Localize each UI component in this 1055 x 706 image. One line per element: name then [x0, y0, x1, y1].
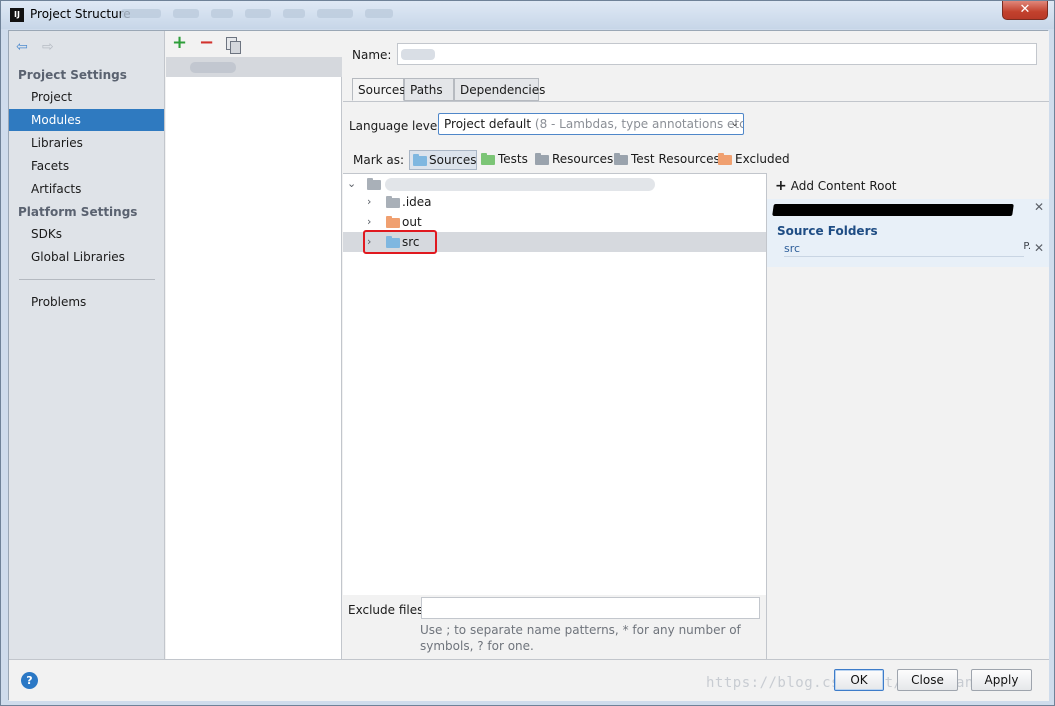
tree-row-out[interactable]: › out — [343, 212, 766, 232]
resources-folder-icon — [535, 153, 549, 165]
nav-item-libraries[interactable]: Libraries — [9, 132, 164, 154]
nav-item-sdks[interactable]: SDKs — [9, 223, 164, 245]
close-button[interactable]: Close — [897, 669, 958, 691]
mark-as-label: Mark as: — [353, 153, 405, 167]
settings-nav: ⇦ ⇨ Project Settings Project Modules Lib… — [9, 31, 165, 659]
module-list-panel: + − — [166, 31, 342, 659]
arrow-right-icon[interactable]: ⇨ — [42, 39, 54, 55]
tab-dependencies[interactable]: Dependencies — [454, 78, 545, 101]
module-toolbar: + − — [166, 31, 342, 57]
mark-as-test-resources-button[interactable]: Test Resources — [611, 150, 720, 170]
red-highlight-box — [363, 230, 437, 254]
module-name-input[interactable] — [397, 43, 1037, 65]
dialog-client: ⇦ ⇨ Project Settings Project Modules Lib… — [8, 30, 1049, 701]
expand-right-icon[interactable]: › — [367, 212, 377, 232]
sources-tab-content: Language level: Project default (8 - Lam… — [343, 101, 1049, 660]
mark-as-test-resources-label: Test Resources — [631, 152, 720, 166]
title-bar: IJ Project Structure ✕ — [1, 1, 1054, 29]
exclude-files-input[interactable] — [421, 597, 760, 619]
dialog-button-bar: ? https://blog.csdn.net/wangyuanjiet OK … — [9, 659, 1049, 701]
arrow-left-icon[interactable]: ⇦ — [16, 39, 28, 55]
content-root-panel: + Add Content Root ✕ Source Folders src P… — [767, 173, 1049, 660]
add-content-root-button[interactable]: + Add Content Root — [775, 178, 897, 194]
content-root-card: ✕ Source Folders src P. ✕ — [767, 199, 1049, 267]
mark-as-excluded-label: Excluded — [735, 152, 790, 166]
help-icon[interactable]: ? — [21, 672, 38, 689]
excluded-folder-icon — [718, 153, 732, 165]
folder-properties-icon[interactable]: P. — [1023, 241, 1031, 252]
source-folder-underline — [784, 256, 1024, 257]
tab-sources[interactable]: Sources — [352, 78, 405, 101]
language-level-value: Project default — [444, 117, 532, 131]
nav-item-project[interactable]: Project — [9, 86, 164, 108]
apply-button[interactable]: Apply — [971, 669, 1032, 691]
module-list-item[interactable] — [166, 57, 342, 77]
remove-root-icon[interactable]: ✕ — [1034, 200, 1044, 214]
language-level-label: Language level: — [349, 119, 445, 133]
folder-icon — [386, 196, 400, 208]
expand-right-icon[interactable]: › — [367, 192, 377, 212]
exclude-files-section: Exclude files: Use ; to separate name pa… — [343, 595, 767, 660]
mark-as-sources-label: Sources — [429, 153, 477, 167]
blurred-name-value — [401, 49, 435, 60]
nav-item-artifacts[interactable]: Artifacts — [9, 178, 164, 200]
test-resources-folder-icon — [614, 153, 628, 165]
window-close-button[interactable]: ✕ — [1002, 1, 1048, 20]
blurred-root-path — [385, 178, 655, 191]
plus-icon: + — [775, 178, 787, 194]
tree-row-idea[interactable]: › .idea — [343, 192, 766, 212]
nav-separator — [19, 279, 155, 280]
mark-as-tests-label: Tests — [498, 152, 528, 166]
blurred-module-name — [190, 62, 236, 73]
ok-button[interactable]: OK — [834, 669, 884, 691]
tree-label-idea: .idea — [402, 195, 432, 209]
source-folders-title: Source Folders — [777, 224, 878, 238]
mark-as-sources-button[interactable]: Sources — [409, 150, 478, 170]
module-editor: Name: Sources Paths Dependencies Languag… — [343, 31, 1049, 660]
sources-folder-icon — [413, 154, 427, 166]
remove-source-folder-icon[interactable]: ✕ — [1034, 241, 1044, 255]
tests-folder-icon — [481, 153, 495, 165]
directory-tree: ⌄ › .idea › out › src — [343, 173, 767, 595]
project-structure-window: IJ Project Structure ✕ ⇦ ⇨ Project Setti… — [0, 0, 1055, 706]
mark-as-excluded-button[interactable]: Excluded — [715, 150, 790, 170]
intellij-app-icon: IJ — [10, 8, 24, 22]
platform-settings-header: Platform Settings — [18, 205, 138, 219]
mark-as-tests-button[interactable]: Tests — [478, 150, 528, 170]
exclude-files-hint: Use ; to separate name patterns, * for a… — [420, 623, 741, 653]
redacted-root-path — [772, 204, 1014, 216]
tree-root-row[interactable]: ⌄ — [343, 174, 766, 194]
nav-item-problems[interactable]: Problems — [9, 291, 164, 313]
project-settings-header: Project Settings — [18, 68, 127, 82]
add-module-icon[interactable]: + — [172, 34, 187, 52]
root-folder-icon — [367, 178, 381, 190]
chevron-down-icon: ⌄ — [730, 118, 739, 129]
tree-label-out: out — [402, 215, 422, 229]
expand-down-icon[interactable]: ⌄ — [347, 174, 357, 194]
language-level-select[interactable]: Project default (8 - Lambdas, type annot… — [438, 113, 744, 135]
mark-as-resources-label: Resources — [552, 152, 614, 166]
nav-item-global-libraries[interactable]: Global Libraries — [9, 246, 164, 268]
source-folder-item[interactable]: src — [784, 242, 800, 255]
remove-module-icon[interactable]: − — [199, 34, 214, 52]
excluded-folder-icon — [386, 216, 400, 228]
background-menu-ghost — [121, 7, 421, 21]
window-title: Project Structure — [30, 7, 131, 21]
mark-as-resources-button[interactable]: Resources — [532, 150, 613, 170]
language-level-hint: (8 - Lambdas, type annotations etc.) — [531, 117, 744, 131]
name-label: Name: — [352, 48, 392, 62]
exclude-files-label: Exclude files: — [348, 603, 428, 617]
add-content-root-label: Add Content Root — [790, 179, 897, 193]
copy-module-icon[interactable] — [226, 37, 241, 54]
nav-item-modules[interactable]: Modules — [9, 109, 164, 131]
tab-paths[interactable]: Paths — [404, 78, 454, 101]
nav-item-facets[interactable]: Facets — [9, 155, 164, 177]
